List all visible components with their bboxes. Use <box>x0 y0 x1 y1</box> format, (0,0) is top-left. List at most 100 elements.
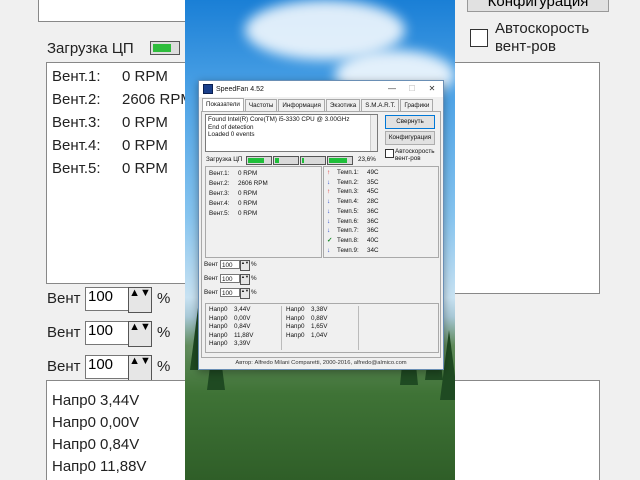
bg-fan-label: Вент.1: <box>52 68 101 85</box>
bg-voltage-label: Напр0 <box>52 392 96 409</box>
log-scrollbar[interactable] <box>370 115 377 151</box>
temp-label: Темп.2: <box>337 178 359 186</box>
autospeed-checkbox[interactable] <box>385 149 394 158</box>
bg-autospeed-label-2: вент-ров <box>495 38 556 55</box>
cpu-core-meter <box>300 156 326 165</box>
temp-label: Темп.4: <box>337 198 359 206</box>
bg-voltage-value: 11,88V <box>100 458 147 475</box>
fan-speed-input[interactable]: 100 <box>220 260 240 269</box>
temp-value: 49C <box>367 169 379 176</box>
voltage-label: Напр0 <box>209 331 228 339</box>
voltage-value: 1,04V <box>311 331 328 339</box>
voltage-column-divider <box>358 306 359 350</box>
window-title: SpeedFan 4.52 <box>216 85 264 93</box>
fan-speed-value: 0 RPM <box>238 190 258 197</box>
voltage-value: 3,38V <box>311 306 328 313</box>
fan-label: Вент.4: <box>209 200 230 207</box>
temp-value: 28C <box>367 198 379 206</box>
fan-label: Вент.1: <box>209 170 230 177</box>
background-zoom-left: Загрузка ЦП Вент.1: 0 RPM Вент.2: 2606 RPM В… <box>0 0 185 480</box>
bg-voltage-label: Напр0 <box>52 436 96 453</box>
temp-falling-icon: ↓ <box>327 217 331 225</box>
bg-fan-speed-stepper: ▲▼ <box>128 355 152 381</box>
voltage-label: Напр0 <box>286 306 305 313</box>
bg-voltage-label: Напр0 <box>52 414 96 431</box>
temp-label: Темп.6: <box>337 217 359 225</box>
bg-voltage-value: 0,00V <box>100 414 140 431</box>
voltage-label: Напр0 <box>286 331 305 339</box>
percent-sign: % <box>251 289 257 296</box>
cpu-core-meter <box>246 156 272 165</box>
autospeed-label: Автоскорость вент-ров <box>395 148 435 162</box>
bg-voltage-value: 0,84V <box>100 436 140 453</box>
bg-fan-value: 2606 RPM <box>122 91 185 108</box>
fan-label: Вент.5: <box>209 210 230 217</box>
bg-percent-sign: % <box>157 324 171 341</box>
voltage-readings-box: Напр0 3,44V Напр0 0,00V Напр0 0,84V Напр0 11,88… <box>205 303 439 353</box>
tab-exotics[interactable]: Экзотика <box>325 99 361 111</box>
tab-clock[interactable]: Частоты <box>244 99 278 111</box>
tab-readings[interactable]: Показатели <box>202 98 244 111</box>
close-window-button[interactable]: ✕ <box>423 81 441 97</box>
fan-label: Вент.3: <box>209 190 230 197</box>
bg-percent-sign: % <box>157 290 171 307</box>
bg-fan-label: Вент.4: <box>52 137 101 154</box>
voltage-value: 0,84V <box>234 323 251 331</box>
fan-speed-stepper[interactable]: ▲▼ <box>240 260 250 271</box>
temp-label: Темп.5: <box>337 207 359 215</box>
fan-speed-stepper[interactable]: ▲▼ <box>240 274 250 285</box>
temp-falling-icon: ↓ <box>327 198 331 206</box>
temp-value: 36C <box>367 207 379 215</box>
tab-smart[interactable]: S.M.A.R.T. <box>361 99 400 111</box>
temp-label: Темп.8: <box>337 236 359 244</box>
fan-speed-input[interactable]: 100 <box>220 274 240 283</box>
temperature-readings-box: ↑ Темп.1: 49C ↓ Темп.2: 35C ↑ Темп.3: 45C ↓ Темп.4… <box>323 166 439 258</box>
temp-label: Темп.7: <box>337 227 359 235</box>
voltage-value: 11,88V <box>234 331 254 339</box>
bg-fan-value: 0 RPM <box>122 114 168 131</box>
temp-falling-icon: ↓ <box>327 246 331 254</box>
voltage-column-divider <box>281 306 282 350</box>
speedfan-window: SpeedFan 4.52 — ☐ ✕ Показатели Частоты И… <box>198 80 444 370</box>
tab-info[interactable]: Информация <box>278 99 325 111</box>
temp-falling-icon: ↓ <box>327 227 331 235</box>
temp-ok-icon: ✓ <box>327 236 333 244</box>
voltage-value: 0,00V <box>234 314 251 322</box>
log-line: End of detection <box>208 123 254 131</box>
temp-rising-icon: ↑ <box>327 188 331 196</box>
bg-voltage-label: Напр0 <box>52 458 96 475</box>
bg-autospeed-label-1: Автоскорость <box>495 20 590 37</box>
bg-temps-box <box>455 62 600 294</box>
voltage-label: Напр0 <box>209 323 228 331</box>
bg-percent-sign: % <box>157 358 171 375</box>
temp-falling-icon: ↓ <box>327 178 331 186</box>
fan-label: Вент.2: <box>209 180 230 187</box>
temp-falling-icon: ↓ <box>327 207 331 215</box>
voltage-value: 3,39V <box>234 340 251 348</box>
minimize-window-button[interactable]: — <box>383 81 401 97</box>
percent-sign: % <box>251 261 257 268</box>
tab-charts[interactable]: Графики <box>400 99 434 111</box>
bg-voltage-value: 3,44V <box>100 392 140 409</box>
status-bar: Автор: Alfredo Milani Comparetti, 2000-2… <box>235 360 407 366</box>
fan-speed-label: Вент <box>204 261 219 268</box>
voltage-value: 1,65V <box>311 323 328 331</box>
temp-label: Темп.9: <box>337 246 359 254</box>
bg-cpu-label: Загрузка ЦП <box>47 40 134 57</box>
temp-value: 40C <box>367 236 379 244</box>
bg-fan-label: Вент.3: <box>52 114 101 131</box>
fan-speed-stepper[interactable]: ▲▼ <box>240 288 250 299</box>
fan-speed-input[interactable]: 100 <box>220 288 240 297</box>
bg-fan-value: 0 RPM <box>122 137 168 154</box>
maximize-window-button[interactable]: ☐ <box>403 81 421 97</box>
minimize-button[interactable]: Свернуть <box>385 115 435 129</box>
bg-volts-box-right <box>455 380 600 480</box>
bg-fan-speed-label: Вент <box>47 290 81 307</box>
speedfan-app-icon <box>203 84 213 94</box>
bg-fan-speed-label: Вент <box>47 324 81 341</box>
configure-button[interactable]: Конфигурация <box>385 131 435 145</box>
fan-speed-value: 2606 RPM <box>238 180 268 187</box>
voltage-label: Напр0 <box>286 323 305 331</box>
title-bar: SpeedFan 4.52 — ☐ ✕ <box>199 81 443 97</box>
temp-value: 35C <box>367 178 379 186</box>
